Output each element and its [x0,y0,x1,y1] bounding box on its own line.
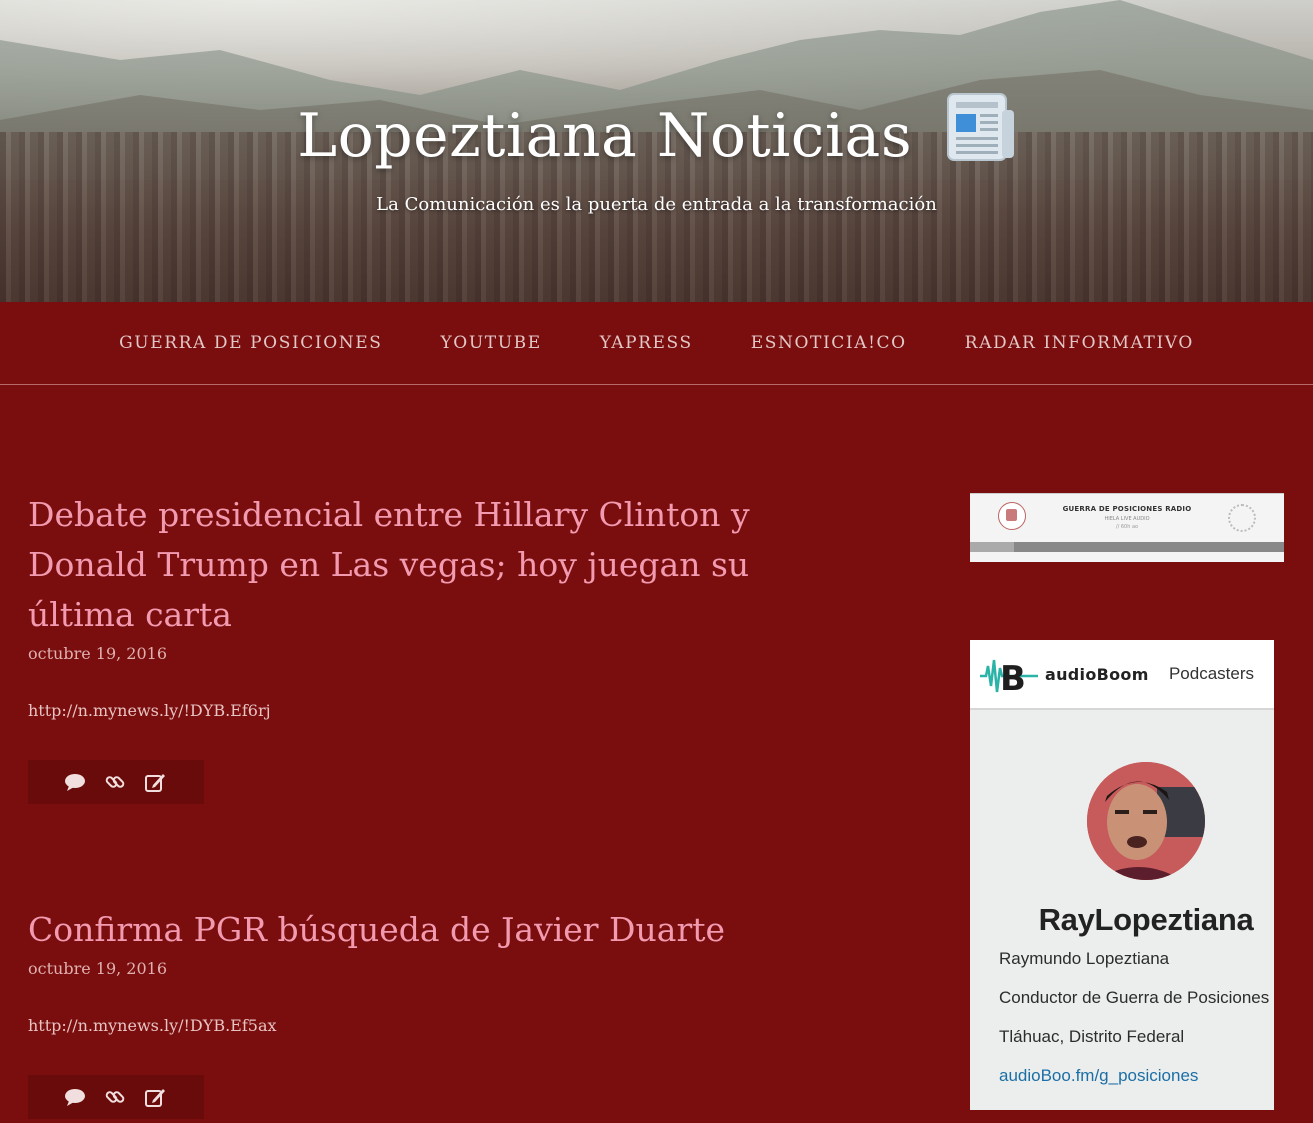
nav-item-youtube[interactable]: YOUTUBE [440,333,541,353]
radio-share-icon[interactable] [1228,504,1256,532]
site-header: Lopeztiana Noticias La Comunicación es l… [0,0,1313,302]
newspaper-icon [946,92,1016,177]
post-title[interactable]: Debate presidencial entre Hillary Clinto… [28,490,808,640]
audioboom-brand[interactable]: audioBoom [1045,665,1149,684]
post-article: Confirma PGR búsqueda de Javier Duarte o… [28,905,808,1119]
nav-item-radar-informativo[interactable]: RADAR INFORMATIVO [965,333,1194,353]
audioboom-topbar: B audioBoom Podcasters [970,640,1274,710]
main-nav: GUERRA DE POSICIONES YOUTUBE YAPRESS ESN… [0,302,1313,385]
post-link[interactable]: http://n.mynews.ly/!DYB.Ef5ax [28,1016,808,1035]
link-icon[interactable] [104,1086,126,1108]
audioboom-logo-icon[interactable]: B [980,654,1040,703]
podcasters-link[interactable]: Podcasters [1169,664,1254,684]
svg-text:B: B [1000,659,1026,698]
site-title[interactable]: Lopeztiana Noticias [0,92,1313,177]
post-article: Debate presidencial entre Hillary Clinto… [28,490,808,804]
radio-title: GUERRA DE POSICIONES RADIO [1062,505,1192,513]
radio-progress-bar[interactable] [970,542,1284,552]
post-title[interactable]: Confirma PGR búsqueda de Javier Duarte [28,905,808,955]
nav-item-esnoticia[interactable]: ESNOTICIA!CO [751,333,907,353]
post-date[interactable]: octubre 19, 2016 [28,959,808,978]
nav-item-guerra-de-posiciones[interactable]: GUERRA DE POSICIONES [119,333,382,353]
post-link[interactable]: http://n.mynews.ly/!DYB.Ef6rj [28,701,808,720]
site-title-text[interactable]: Lopeztiana Noticias [297,101,912,171]
audioboom-profile-widget: B audioBoom Podcasters RayLopeztiana Ray… [970,640,1274,1110]
link-icon[interactable] [104,771,126,793]
post-actions-bar [28,760,204,804]
post-date[interactable]: octubre 19, 2016 [28,644,808,663]
profile-url-link[interactable]: audioBoo.fm/g_posiciones [999,1066,1198,1086]
radio-logo-icon [998,502,1026,530]
profile-role: Conductor de Guerra de Posiciones [999,988,1270,1007]
radio-time: // 60h ao [1115,524,1139,530]
radio-player-widget[interactable]: GUERRA DE POSICIONES RADIO HIELA LIVE AU… [970,493,1284,562]
profile-username: RayLopeztiana [1038,902,1254,937]
avatar[interactable] [1087,762,1205,880]
comment-icon[interactable] [64,1086,86,1108]
profile-full-name: Raymundo Lopeztiana [999,949,1170,968]
profile-location: Tláhuac, Distrito Federal [999,1027,1185,1046]
edit-icon[interactable] [144,1086,166,1108]
site-tagline: La Comunicación es la puerta de entrada … [376,194,937,215]
radio-progress-fill [970,542,1014,552]
post-actions-bar [28,1075,204,1119]
nav-item-yapress[interactable]: YAPRESS [600,333,693,353]
comment-icon[interactable] [64,771,86,793]
edit-icon[interactable] [144,771,166,793]
radio-subtitle: HIELA LIVE AUDIO [1104,516,1150,522]
